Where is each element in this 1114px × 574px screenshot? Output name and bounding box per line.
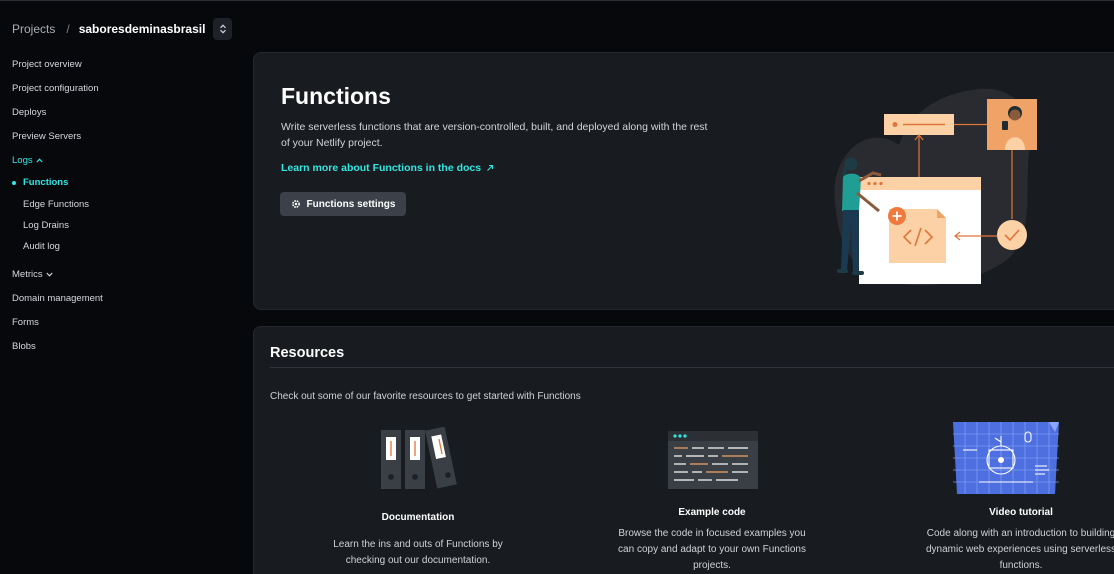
project-switcher-button[interactable] [213,18,233,40]
breadcrumb-separator: / [66,22,70,36]
breadcrumb: Projects / saboresdeminasbrasil [12,17,233,41]
blueprint-icon [953,422,1059,494]
functions-hero-card: Functions Write serverless functions tha… [253,52,1114,310]
sidebar-item-label: Project overview [12,59,82,70]
sidebar-item-project-configuration[interactable]: Project configuration [12,83,99,94]
breadcrumb-site-name[interactable]: saboresdeminasbrasil [79,22,206,36]
sidebar-item-label: Functions [23,177,69,188]
resource-name: Video tutorial [989,507,1053,518]
breadcrumb-projects-link[interactable]: Projects [12,22,55,36]
code-window-icon [668,431,758,489]
sidebar-item-metrics[interactable]: Metrics [12,269,53,280]
sidebar-item-functions[interactable]: Functions [12,177,68,188]
sidebar-item-audit-log[interactable]: Audit log [23,241,60,252]
sidebar-item-forms[interactable]: Forms [12,317,39,328]
resources-title: Resources [270,345,345,361]
sidebar-item-label: Edge Functions [23,199,90,210]
sidebar-item-logs[interactable]: Logs [12,155,43,166]
active-indicator-dot [12,180,16,185]
sidebar-item-preview-servers[interactable]: Preview Servers [12,131,81,142]
functions-illustration [834,88,1037,286]
sidebar-item-edge-functions[interactable]: Edge Functions [23,199,89,210]
resource-description: Browse the code in focused examples you … [618,528,806,571]
chevron-up-down-icon [219,24,226,34]
sidebar-item-project-overview[interactable]: Project overview [12,59,82,70]
sidebar-item-label: Deploys [12,107,47,118]
functions-description: Write serverless functions that are vers… [281,121,708,149]
gear-icon [291,200,300,208]
sidebar-item-label: Blobs [12,341,36,352]
sidebar-item-label: Project configuration [12,83,99,94]
sidebar-item-label: Audit log [23,241,60,252]
sidebar-item-domain-management[interactable]: Domain management [12,293,103,304]
functions-settings-label: Functions settings [306,198,396,210]
chevron-up-icon [35,158,43,163]
resource-description: Code along with an introduction to build… [925,528,1114,571]
sidebar-item-label: Forms [12,317,39,328]
chevron-down-icon [45,272,53,277]
functions-settings-button[interactable]: Functions settings [280,192,406,216]
resource-name: Example code [678,507,746,518]
docs-link[interactable]: Learn more about Functions in the docs [281,162,494,174]
sidebar-item-label: Domain management [12,293,103,304]
sidebar-item-deploys[interactable]: Deploys [12,107,46,118]
resource-name: Documentation [381,512,455,523]
sidebar-item-label: Metrics [12,269,43,280]
sidebar-item-blobs[interactable]: Blobs [12,341,36,352]
binders-icon [381,427,457,489]
resources-intro: Check out some of our favorite resources… [270,391,581,402]
sidebar-item-label: Log Drains [23,220,69,231]
docs-link-label: Learn more about Functions in the docs [281,162,482,174]
resources-card: Resources Check out some of our favorite… [253,326,1114,574]
sidebar-item-label: Preview Servers [12,131,82,142]
resources-divider [270,367,1114,368]
external-arrow-icon [487,164,494,171]
sidebar-item-log-drains[interactable]: Log Drains [23,220,69,231]
resource-description: Learn the ins and outs of Functions by c… [333,539,503,566]
top-divider [0,0,1114,1]
sidebar-item-label: Logs [12,155,33,166]
page-title: Functions [281,83,391,109]
